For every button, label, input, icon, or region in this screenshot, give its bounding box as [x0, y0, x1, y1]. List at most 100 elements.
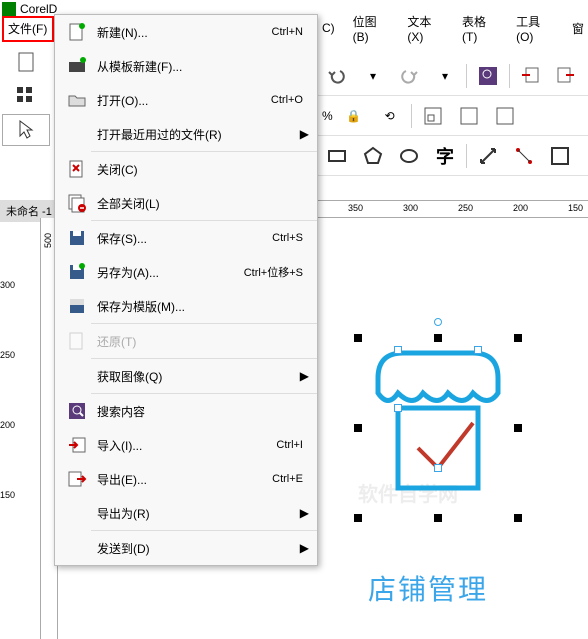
menu-open-recent[interactable]: 打开最近用过的文件(R) ▶	[55, 117, 317, 151]
menu-text[interactable]: 文本(X)	[403, 11, 448, 46]
redo-button[interactable]	[394, 61, 424, 91]
template-icon	[63, 56, 91, 76]
menu-export[interactable]: 导出(E)... Ctrl+E	[55, 462, 317, 496]
app-title: CorelD	[20, 2, 57, 16]
frame-tool-icon[interactable]	[545, 141, 575, 171]
menu-close-all[interactable]: 全部关闭(L)	[55, 186, 317, 220]
menu-save-as[interactable]: 另存为(A)... Ctrl+位移+S	[55, 255, 317, 289]
revert-icon	[63, 331, 91, 351]
percent-label-1: %	[322, 109, 333, 123]
undo-dropdown[interactable]: ▾	[358, 61, 388, 91]
menu-file[interactable]: 文件(F)	[4, 18, 51, 39]
menu-export-shortcut: Ctrl+E	[272, 473, 309, 485]
shop-icon-artwork[interactable]	[358, 338, 518, 521]
ruler-tick: 150	[568, 203, 583, 213]
menu-close-label: 关闭(C)	[91, 161, 309, 178]
menu-revert[interactable]: 还原(T)	[55, 324, 317, 358]
submenu-arrow-icon: ▶	[300, 541, 309, 555]
save-icon	[63, 228, 91, 248]
menu-open-shortcut: Ctrl+O	[271, 94, 309, 106]
new-doc-icon	[63, 22, 91, 42]
shape-ellipse-icon[interactable]	[394, 141, 424, 171]
submenu-arrow-icon: ▶	[300, 369, 309, 383]
redo-dropdown[interactable]: ▾	[430, 61, 460, 91]
connector-tool-icon[interactable]	[509, 141, 539, 171]
menu-save-shortcut: Ctrl+S	[272, 232, 309, 244]
save-as-icon	[63, 262, 91, 282]
menu-save-label: 保存(S)...	[91, 230, 272, 247]
ruler-tick: 300	[403, 203, 418, 213]
app-icon	[2, 2, 16, 16]
rotate-icon[interactable]: ⟲	[375, 101, 405, 131]
export-button[interactable]	[552, 61, 582, 91]
top-toolbars: ▾ ▾ % 🔒 ⟲ % 字	[318, 56, 588, 176]
undo-button[interactable]	[322, 61, 352, 91]
ruler-v-val: 250	[0, 350, 15, 360]
menu-close-all-label: 全部关闭(L)	[91, 195, 309, 212]
menu-new-label: 新建(N)...	[91, 24, 272, 41]
search-button[interactable]	[473, 61, 503, 91]
menu-send-to[interactable]: 发送到(D) ▶	[55, 531, 317, 565]
menu-partial-c[interactable]: C)	[318, 19, 339, 37]
menu-new-shortcut: Ctrl+N	[272, 26, 309, 38]
align-tool-3[interactable]	[490, 101, 520, 131]
search-content-icon	[63, 401, 91, 421]
save-template-icon	[63, 296, 91, 316]
menubar-right: C) 位图(B) 文本(X) 表格(T) 工具(O) 窗	[318, 18, 588, 38]
ruler-tick: 350	[348, 203, 363, 213]
menu-open[interactable]: 打开(O)... Ctrl+O	[55, 83, 317, 117]
menu-window[interactable]: 窗	[568, 18, 588, 39]
menu-new-template-label: 从模板新建(F)...	[91, 58, 309, 75]
tool-new[interactable]	[2, 46, 50, 78]
shop-label-text[interactable]: 店铺管理	[368, 568, 488, 608]
ruler-tick: 200	[513, 203, 528, 213]
horizontal-ruler: 350 300 250 200 150	[318, 200, 588, 218]
menu-export-label: 导出(E)...	[91, 471, 272, 488]
menu-new[interactable]: 新建(N)... Ctrl+N	[55, 15, 317, 49]
file-dropdown-menu: 新建(N)... Ctrl+N 从模板新建(F)... 打开(O)... Ctr…	[54, 14, 318, 566]
ruler-v-val: 200	[0, 420, 15, 430]
canvas[interactable]: 软件自学网 店铺管理	[318, 218, 588, 639]
menu-save-template-label: 保存为模版(M)...	[91, 298, 309, 315]
tool-grid[interactable]	[2, 80, 50, 112]
menu-table[interactable]: 表格(T)	[458, 11, 502, 46]
ruler-tick: 250	[458, 203, 473, 213]
menu-export-for[interactable]: 导出为(R) ▶	[55, 496, 317, 530]
menu-recent-label: 打开最近用过的文件(R)	[91, 126, 309, 143]
menu-search-content[interactable]: 搜索内容	[55, 394, 317, 428]
menu-bitmap[interactable]: 位图(B)	[349, 11, 394, 46]
close-doc-icon	[63, 159, 91, 179]
menu-acquire-image[interactable]: 获取图像(Q) ▶	[55, 359, 317, 393]
menu-import[interactable]: 导入(I)... Ctrl+I	[55, 428, 317, 462]
menu-tools[interactable]: 工具(O)	[512, 11, 558, 46]
tool-palette	[2, 40, 54, 148]
dimension-tool-icon[interactable]	[473, 141, 503, 171]
ruler-v-val: 300	[0, 280, 15, 290]
shape-polygon-icon[interactable]	[358, 141, 388, 171]
menu-import-label: 导入(I)...	[91, 437, 276, 454]
lock-icon[interactable]: 🔒	[339, 101, 369, 131]
tool-pick[interactable]	[2, 114, 50, 146]
export-icon	[63, 469, 91, 489]
shape-rect-icon[interactable]	[322, 141, 352, 171]
menu-save-as-label: 另存为(A)...	[91, 264, 244, 281]
ruler-v-tick: 500	[43, 233, 53, 248]
menu-open-label: 打开(O)...	[91, 92, 271, 109]
align-tool-1[interactable]	[418, 101, 448, 131]
submenu-arrow-icon: ▶	[300, 506, 309, 520]
import-button[interactable]	[516, 61, 546, 91]
close-all-icon	[63, 193, 91, 213]
menu-close[interactable]: 关闭(C)	[55, 152, 317, 186]
text-tool-icon[interactable]: 字	[430, 141, 460, 171]
menu-new-from-template[interactable]: 从模板新建(F)...	[55, 49, 317, 83]
menu-search-label: 搜索内容	[91, 403, 309, 420]
menu-save[interactable]: 保存(S)... Ctrl+S	[55, 221, 317, 255]
import-icon	[63, 435, 91, 455]
ruler-v-val: 150	[0, 490, 15, 500]
folder-open-icon	[63, 90, 91, 110]
menu-save-as-template[interactable]: 保存为模版(M)...	[55, 289, 317, 323]
align-tool-2[interactable]	[454, 101, 484, 131]
menu-import-shortcut: Ctrl+I	[276, 439, 309, 451]
submenu-arrow-icon: ▶	[300, 127, 309, 141]
menu-revert-label: 还原(T)	[91, 333, 309, 350]
